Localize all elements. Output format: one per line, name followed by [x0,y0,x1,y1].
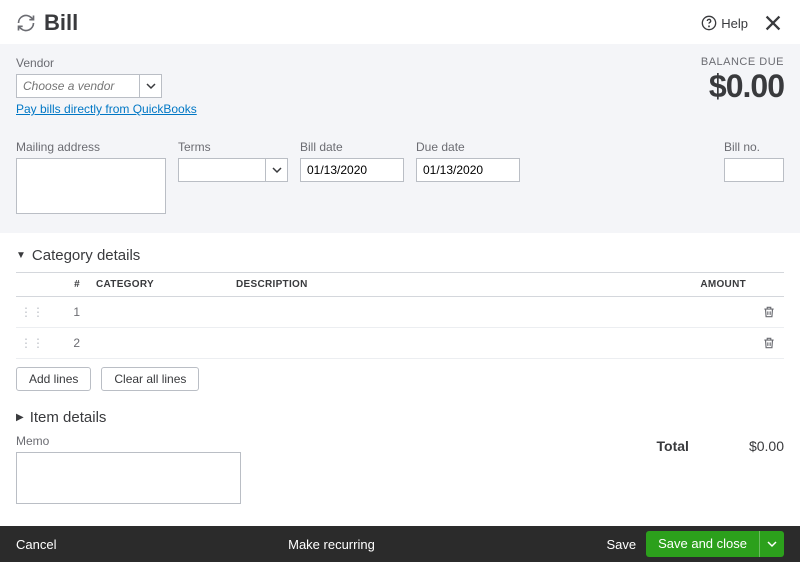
bill-no-label: Bill no. [724,140,784,154]
make-recurring-button[interactable]: Make recurring [56,537,606,552]
col-amount: AMOUNT [664,273,754,297]
bill-no-input[interactable] [724,158,784,182]
total-block: Total $0.00 [657,434,784,454]
row-description[interactable] [228,328,664,359]
chevron-down-icon [767,539,777,549]
main-content: ▼ Category details # CATEGORY DESCRIPTIO… [0,233,800,539]
category-details-header[interactable]: ▼ Category details [16,247,784,264]
trash-icon [762,305,776,319]
bill-date-label: Bill date [300,140,404,154]
col-num: # [52,273,88,297]
item-details-title: Item details [30,409,107,426]
footer-bar: Cancel Make recurring Save Save and clos… [0,526,800,562]
clear-lines-button[interactable]: Clear all lines [101,367,199,391]
terms-field: Terms [178,140,288,217]
help-icon [701,15,717,31]
row-category[interactable] [88,297,228,328]
pay-bills-link[interactable]: Pay bills directly from QuickBooks [16,102,197,116]
caret-right-icon: ▶ [16,412,24,423]
mailing-label: Mailing address [16,140,166,154]
memo-label: Memo [16,434,241,448]
save-and-close-button[interactable]: Save and close [646,531,784,557]
balance-due-amount: $0.00 [701,68,784,105]
table-row[interactable]: ⋮⋮2 [16,328,784,359]
col-category: CATEGORY [88,273,228,297]
save-and-close-label: Save and close [646,531,760,557]
col-description: DESCRIPTION [228,273,664,297]
delete-row-button[interactable] [762,305,776,319]
add-lines-button[interactable]: Add lines [16,367,91,391]
header: Bill Help [0,0,800,44]
page-title: Bill [44,10,701,36]
balance-due-label: BALANCE DUE [701,56,784,68]
bill-date-input[interactable] [300,158,404,182]
balance-due-block: BALANCE DUE $0.00 [701,56,784,105]
trash-icon [762,336,776,350]
row-num: 2 [52,328,88,359]
bill-no-field: Bill no. [724,140,784,217]
vendor-input[interactable] [16,74,140,98]
row-num: 1 [52,297,88,328]
due-date-label: Due date [416,140,520,154]
category-table: # CATEGORY DESCRIPTION AMOUNT ⋮⋮1⋮⋮2 [16,272,784,359]
delete-row-button[interactable] [762,336,776,350]
bill-summary-section: Vendor Pay bills directly from QuickBook… [0,44,800,233]
memo-input[interactable] [16,452,241,504]
mailing-input[interactable] [16,158,166,214]
chevron-down-icon [272,165,282,175]
drag-handle-icon[interactable]: ⋮⋮ [16,328,52,359]
vendor-dropdown-button[interactable] [140,74,162,98]
terms-dropdown-button[interactable] [266,158,288,182]
row-amount[interactable] [664,297,754,328]
cancel-button[interactable]: Cancel [16,537,56,552]
terms-input[interactable] [178,158,266,182]
memo-block: Memo [16,434,241,507]
row-description[interactable] [228,297,664,328]
save-and-close-dropdown[interactable] [760,539,784,549]
bill-date-field: Bill date [300,140,404,217]
item-details-header[interactable]: ▶ Item details [16,409,784,426]
chevron-down-icon [146,81,156,91]
vendor-block: Vendor Pay bills directly from QuickBook… [16,56,197,116]
recurring-icon [16,13,36,33]
close-button[interactable] [762,12,784,34]
vendor-label: Vendor [16,56,197,70]
table-row[interactable]: ⋮⋮1 [16,297,784,328]
help-link[interactable]: Help [701,15,748,31]
due-date-input[interactable] [416,158,520,182]
help-label: Help [721,16,748,31]
due-date-field: Due date [416,140,520,217]
caret-down-icon: ▼ [16,250,26,261]
mailing-address-field: Mailing address [16,140,166,217]
save-button[interactable]: Save [606,537,636,552]
category-details-title: Category details [32,247,140,264]
row-category[interactable] [88,328,228,359]
drag-handle-icon[interactable]: ⋮⋮ [16,297,52,328]
total-value: $0.00 [749,438,784,454]
terms-label: Terms [178,140,288,154]
total-label: Total [657,438,689,454]
row-amount[interactable] [664,328,754,359]
